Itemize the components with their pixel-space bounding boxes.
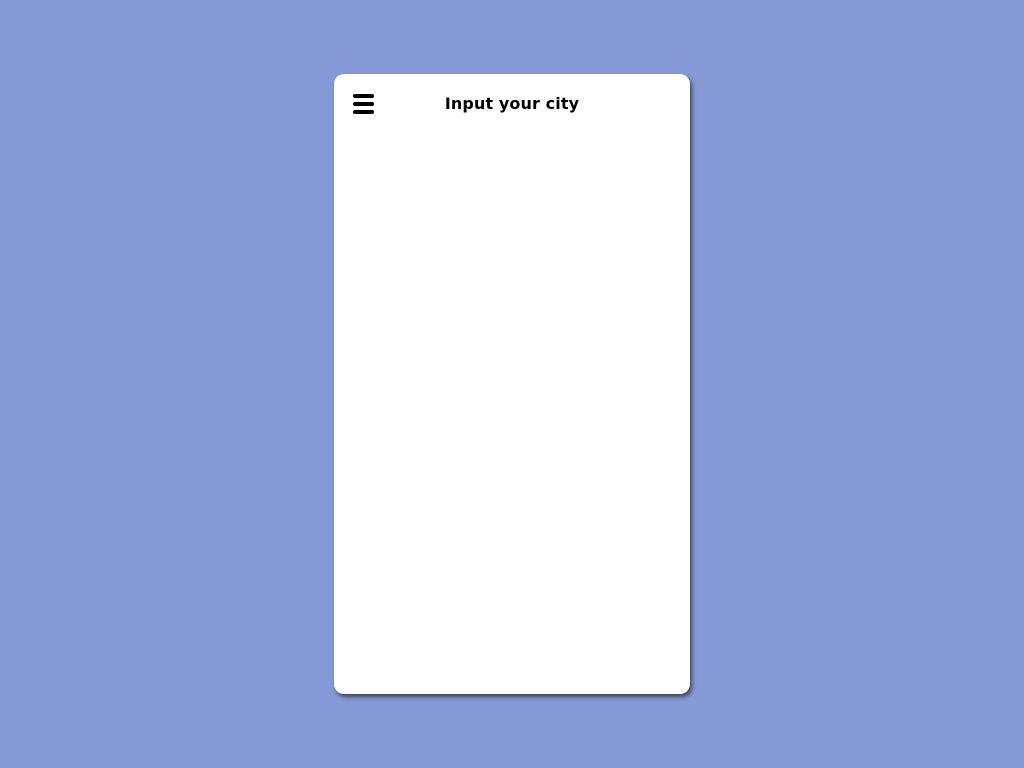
app-header: Input your city	[334, 74, 690, 134]
page-title: Input your city	[444, 94, 580, 113]
main-content	[334, 134, 690, 694]
app-card: Input your city	[334, 74, 690, 694]
